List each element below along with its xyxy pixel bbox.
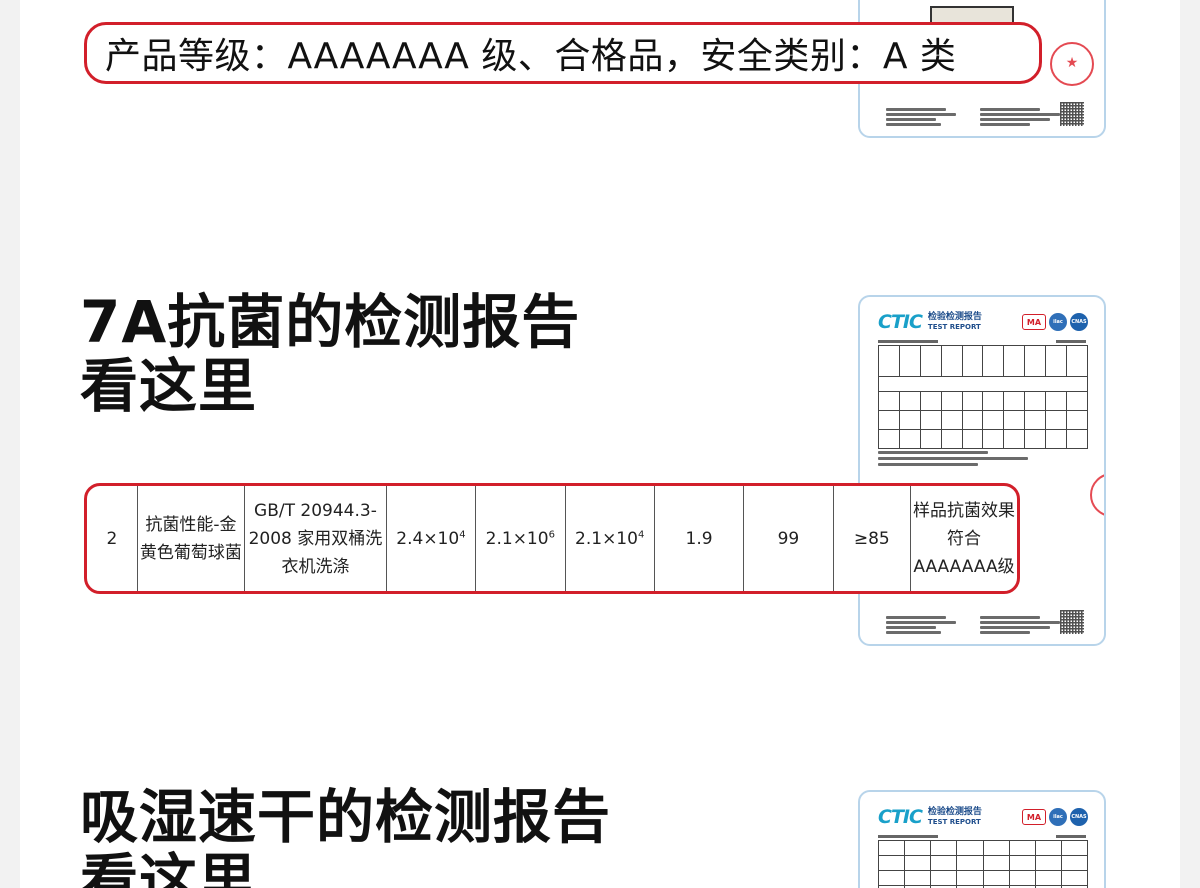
report-title: 检验检测报告 TEST REPORT [927,312,982,331]
result-value-1: 2.4×104 [385,486,476,591]
section-title-moisture: 吸湿速干的检测报告 看这里 [80,785,611,888]
cnas-badge-icon: CNAS [1070,313,1088,331]
ilac-badge-icon: ilac [1049,808,1067,826]
cert-badges: MA ilac CNAS [1022,313,1088,331]
result-no: 2 [106,528,118,549]
report-mini-table [878,345,1088,449]
ctic-logo: CTIC [878,806,923,828]
section-title-line2: 看这里 [80,352,258,420]
cert-badges: MA ilac CNAS [1022,808,1088,826]
table-row: 2 抗菌性能-金黄色葡萄球菌 GB/T 20944.3-2008 家用双桶洗衣机… [87,486,1017,591]
report-mini-table [877,840,1089,888]
antibacterial-result-strip: 2 抗菌性能-金黄色葡萄球菌 GB/T 20944.3-2008 家用双桶洗衣机… [84,483,1020,594]
result-value-5: 99 [743,486,834,591]
result-item: 抗菌性能-金黄色葡萄球菌 [136,486,245,591]
page: 产品等级：AAAAAAA 级、合格品，安全类别：A 类 7A抗菌的检测报告 看这… [20,0,1180,888]
report-number-line [860,828,1104,838]
result-value-2: 2.1×106 [475,486,565,591]
ma-badge-icon: MA [1022,809,1046,825]
result-conclusion: 样品抗菌效果符合AAAAAAA级 [909,486,1017,591]
qr-code-icon [1060,610,1084,634]
grade-banner: 产品等级：AAAAAAA 级、合格品，安全类别：A 类 [84,22,1042,84]
ilac-badge-icon: ilac [1049,313,1067,331]
cnas-badge-icon: CNAS [1070,808,1088,826]
report-footer [886,616,1060,634]
section-title-antibacterial: 7A抗菌的检测报告 看这里 [80,290,580,418]
report-footer [886,108,1060,126]
report-card-moisture: CTIC 检验检测报告 TEST REPORT MA ilac CNAS [858,790,1106,888]
official-seal-icon [1050,42,1094,86]
section-title-line1: 7A抗菌的检测报告 [80,288,581,356]
ma-badge-icon: MA [1022,314,1046,330]
result-value-4: 1.9 [653,486,744,591]
report-header: CTIC 检验检测报告 TEST REPORT MA ilac CNAS [860,792,1104,828]
report-header: CTIC 检验检测报告 TEST REPORT MA ilac CNAS [860,297,1104,333]
section-title-line2: 看这里 [80,847,258,888]
section-title-line1: 吸湿速干的检测报告 [80,783,612,851]
report-title: 检验检测报告 TEST REPORT [927,807,982,826]
official-seal-icon [1090,473,1104,517]
qr-code-icon [1060,102,1084,126]
result-value-3: 2.1×104 [564,486,655,591]
report-notes [878,451,1086,466]
result-method: GB/T 20944.3-2008 家用双桶洗衣机洗涤 [244,486,387,591]
result-table: 2 抗菌性能-金黄色葡萄球菌 GB/T 20944.3-2008 家用双桶洗衣机… [87,486,1017,591]
result-value-6: ≥85 [832,486,911,591]
report-number-line [860,333,1104,343]
ctic-logo: CTIC [878,311,923,333]
